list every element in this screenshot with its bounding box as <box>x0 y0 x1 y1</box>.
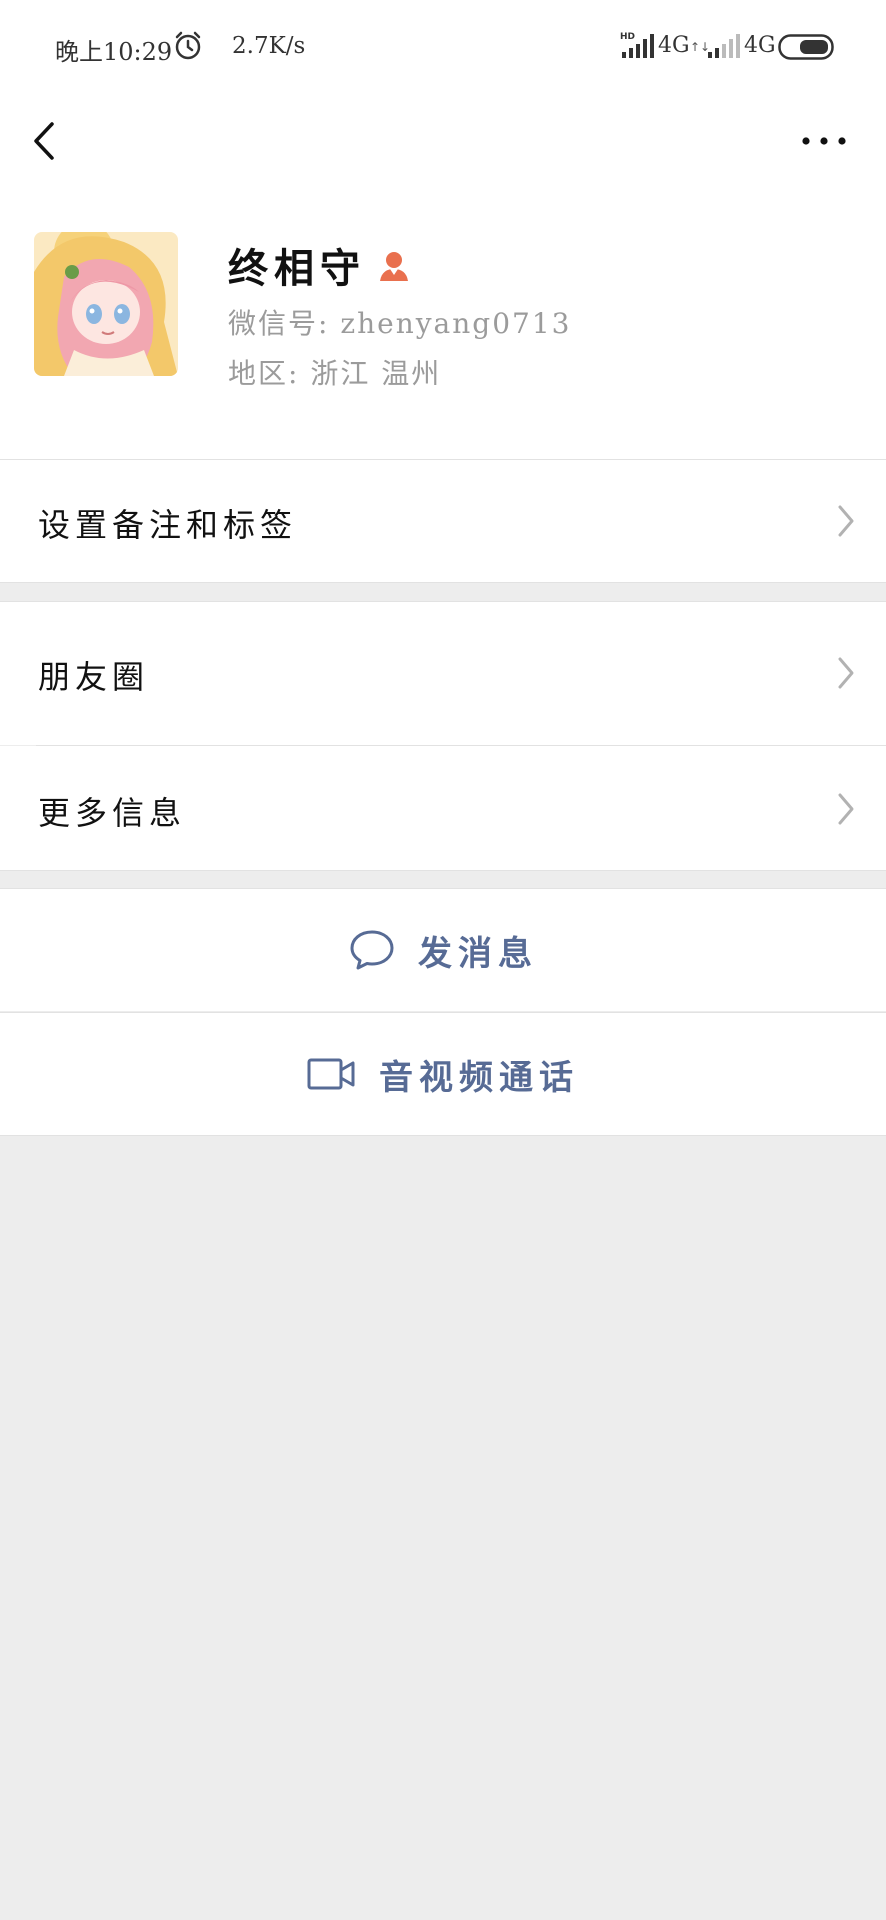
set-remark-tags-cell[interactable]: 设置备注和标签 <box>0 460 886 582</box>
divider <box>0 1135 886 1136</box>
status-time: 晚上10:29 <box>55 38 173 66</box>
send-message-button[interactable]: 发消息 <box>0 889 886 1011</box>
more-dots-icon[interactable] <box>794 121 854 161</box>
network-speed: 2.7K/s <box>232 33 306 59</box>
avatar[interactable] <box>34 232 178 376</box>
network-type-1: 4G <box>658 33 690 58</box>
more-info-cell[interactable]: 更多信息 <box>0 746 886 870</box>
chevron-right-icon <box>838 657 854 689</box>
moments-cell[interactable]: 朋友圈 <box>0 602 886 745</box>
signal-strength-icon: HD <box>620 32 654 58</box>
back-icon[interactable] <box>24 116 64 166</box>
nav-bar <box>0 96 886 192</box>
alarm-icon <box>175 31 201 60</box>
more-info-label: 更多信息 <box>38 794 187 832</box>
name-row: 终相守 <box>228 236 412 294</box>
divider <box>0 870 886 871</box>
chat-bubble-icon <box>350 930 394 970</box>
moments-label: 朋友圈 <box>38 658 150 696</box>
set-remark-tags-label: 设置备注和标签 <box>38 506 298 544</box>
send-message-label: 发消息 <box>418 933 538 974</box>
profile-header: 终相守 微信号: zhenyang0713 地区: 浙江 温州 <box>0 192 886 460</box>
wechat-id: 微信号: zhenyang0713 <box>228 307 572 340</box>
chevron-right-icon <box>838 793 854 825</box>
svg-text:HD: HD <box>620 32 635 42</box>
female-icon <box>380 252 408 281</box>
video-camera-icon <box>307 1058 355 1090</box>
video-call-button[interactable]: 音视频通话 <box>0 1013 886 1135</box>
battery-icon <box>778 34 834 60</box>
divider <box>0 582 886 583</box>
signal-strength-2-icon <box>708 34 740 58</box>
contact-name: 终相守 <box>228 246 366 292</box>
status-bar: 晚上10:29 2.7K/s HD 4G ↑↓ 4G <box>0 0 886 96</box>
video-call-label: 音视频通话 <box>379 1057 579 1098</box>
chevron-right-icon <box>838 505 854 537</box>
region: 地区: 浙江 温州 <box>228 357 442 390</box>
network-type-2: 4G <box>744 33 776 58</box>
